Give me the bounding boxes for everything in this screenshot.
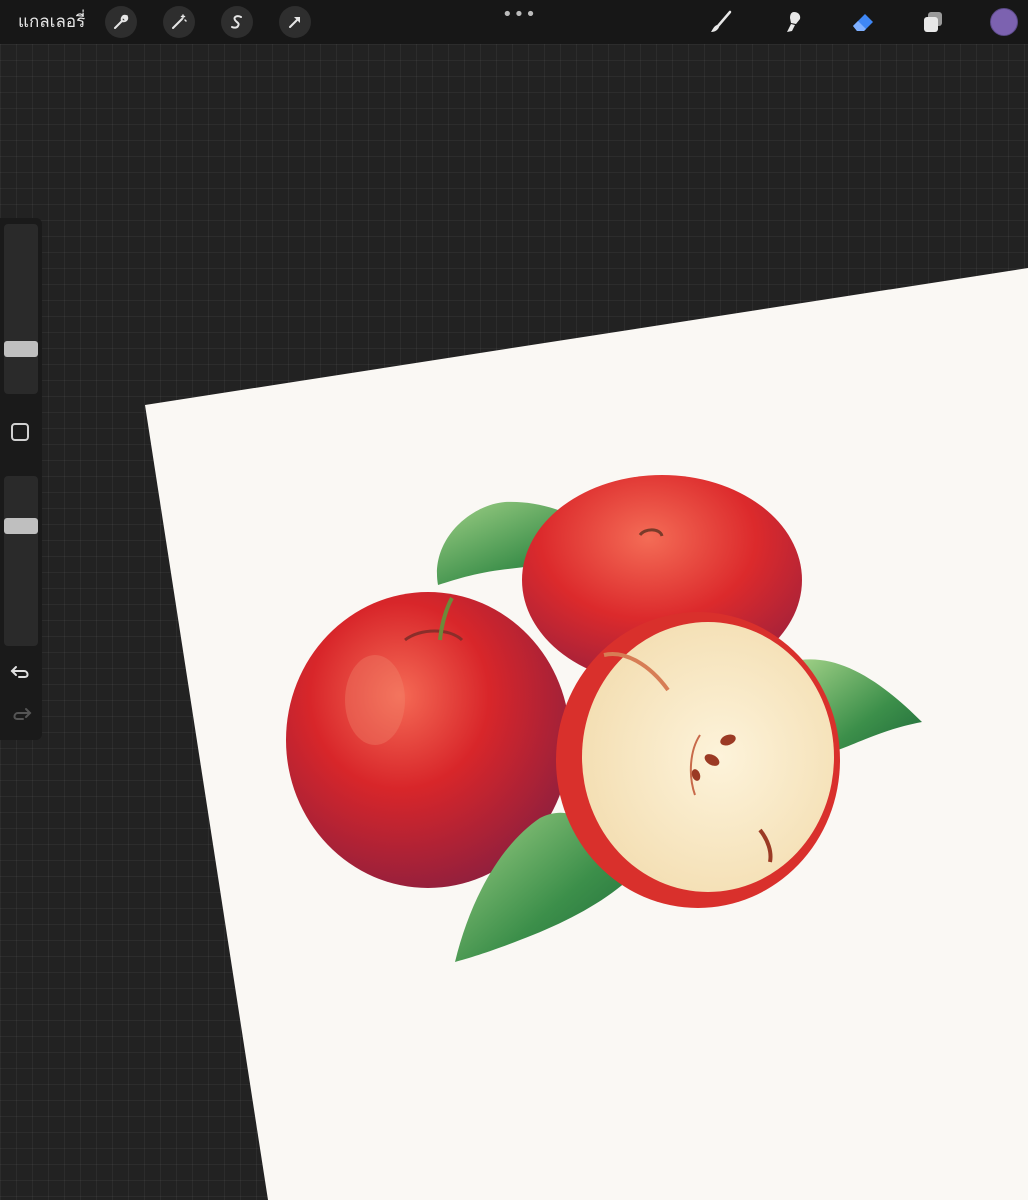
smudge-icon bbox=[787, 12, 801, 32]
modify-button[interactable] bbox=[11, 423, 29, 441]
eraser-tool-button[interactable] bbox=[848, 7, 878, 37]
brush-size-handle[interactable] bbox=[4, 341, 38, 357]
brush-size-slider[interactable] bbox=[4, 224, 38, 394]
transform-button[interactable] bbox=[279, 6, 311, 38]
top-toolbar: แกลเลอรี่ ••• bbox=[0, 0, 1028, 44]
gallery-button[interactable]: แกลเลอรี่ bbox=[18, 9, 85, 35]
opacity-slider[interactable] bbox=[4, 476, 38, 646]
selection-button[interactable] bbox=[221, 6, 253, 38]
canvas-workspace[interactable] bbox=[0, 44, 1028, 1200]
eraser-icon bbox=[853, 14, 873, 31]
undo-button[interactable] bbox=[10, 662, 32, 682]
wrench-icon bbox=[114, 14, 129, 29]
left-sidebar bbox=[0, 218, 42, 740]
layers-icon bbox=[924, 12, 942, 32]
more-options-button[interactable]: ••• bbox=[502, 4, 537, 25]
selection-icon bbox=[231, 15, 242, 29]
undo-icon bbox=[10, 666, 29, 678]
opacity-handle[interactable] bbox=[4, 518, 38, 534]
layers-button[interactable] bbox=[918, 7, 948, 37]
smudge-tool-button[interactable] bbox=[778, 7, 808, 37]
redo-icon bbox=[13, 708, 32, 720]
transform-arrow-icon bbox=[289, 17, 300, 28]
adjustments-button[interactable] bbox=[163, 6, 195, 38]
brush-icon bbox=[711, 10, 732, 32]
color-picker-button[interactable] bbox=[990, 8, 1018, 36]
magic-wand-icon bbox=[172, 14, 187, 29]
redo-button[interactable] bbox=[10, 704, 32, 724]
brush-tool-button[interactable] bbox=[706, 7, 736, 37]
actions-button[interactable] bbox=[105, 6, 137, 38]
